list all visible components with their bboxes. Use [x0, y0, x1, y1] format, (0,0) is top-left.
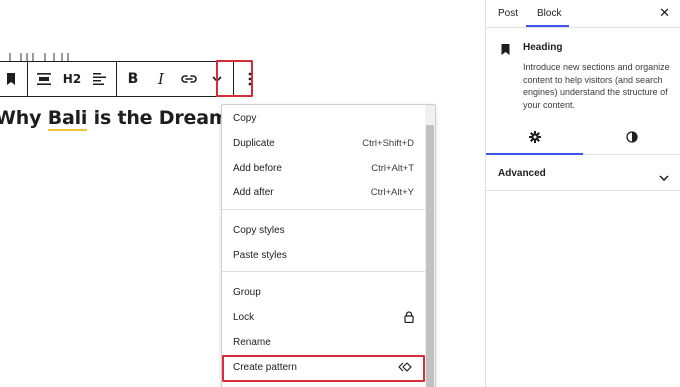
menu-item-group[interactable]: Group	[222, 280, 426, 304]
menu-item-shortcut: Ctrl+Alt+T	[371, 162, 414, 174]
bold-button[interactable]: B	[119, 62, 147, 96]
menu-item-add-after[interactable]: Add after Ctrl+Alt+Y	[222, 180, 426, 204]
faded-text-above	[6, 51, 76, 61]
menu-divider	[222, 271, 426, 272]
menu-item-shortcut: Ctrl+Alt+Y	[370, 186, 414, 198]
advanced-label: Advanced	[498, 168, 546, 179]
tab-post[interactable]: Post	[498, 8, 518, 19]
text-align-icon[interactable]	[86, 62, 114, 96]
block-card: Heading Introduce new sections and organ…	[486, 28, 680, 123]
sidebar-tabs: Post Block ✕	[486, 0, 680, 28]
menu-item-lock[interactable]: Lock	[222, 305, 426, 329]
menu-item-label: Paste styles	[233, 249, 287, 261]
menu-item-paste-styles[interactable]: Paste styles	[222, 243, 426, 267]
menu-item-label: Add after	[233, 186, 274, 198]
gear-icon	[528, 130, 541, 148]
menu-item-label: Add before	[233, 162, 282, 174]
settings-sidebar: Post Block ✕ Heading Introduce new secti…	[485, 0, 680, 387]
menu-item-copy-styles[interactable]: Copy styles	[222, 218, 426, 242]
bookmark-icon	[501, 42, 510, 60]
more-options-icon[interactable]	[236, 62, 264, 96]
menu-item-shortcut: Ctrl+Shift+D	[362, 137, 414, 149]
menu-item-label: Rename	[233, 336, 271, 348]
tab-block[interactable]: Block	[537, 8, 561, 19]
menu-item-label: Lock	[233, 311, 255, 323]
heading-underlined-word: Bali	[47, 107, 88, 131]
menu-scrollbar-thumb[interactable]	[426, 125, 434, 387]
menu-item-copy[interactable]: Copy	[222, 106, 426, 130]
menu-item-label: Copy	[233, 112, 257, 124]
menu-item-label: Create pattern	[233, 361, 297, 373]
menu-item-duplicate[interactable]: Duplicate Ctrl+Shift+D	[222, 131, 426, 155]
inspector-subtabs	[486, 123, 680, 155]
chevron-down-icon[interactable]	[203, 62, 231, 96]
block-description: Introduce new sections and organize cont…	[523, 62, 670, 110]
active-tab-indicator	[526, 25, 569, 27]
half-circle-icon	[625, 130, 638, 148]
link-icon[interactable]	[175, 62, 203, 96]
heading-level-button[interactable]: H2	[58, 62, 86, 96]
menu-item-label: Duplicate	[233, 137, 275, 149]
italic-button[interactable]: I	[147, 62, 175, 96]
block-options-menu: Copy Duplicate Ctrl+Shift+D Add before C…	[221, 104, 436, 387]
menu-item-add-before[interactable]: Add before Ctrl+Alt+T	[222, 156, 426, 180]
menu-item-label: Group	[233, 286, 261, 298]
close-icon[interactable]: ✕	[659, 6, 670, 21]
menu-item-rename[interactable]: Rename	[222, 330, 426, 354]
tab-styles[interactable]	[583, 123, 680, 155]
lock-icon	[404, 311, 414, 323]
heading-text-start: Why	[0, 107, 48, 129]
symbol-icon	[398, 362, 414, 372]
align-icon[interactable]	[30, 62, 58, 96]
tab-settings[interactable]	[486, 123, 583, 155]
menu-item-create-pattern[interactable]: Create pattern	[222, 355, 426, 379]
menu-divider	[222, 209, 426, 210]
block-title: Heading	[523, 42, 563, 53]
advanced-panel-toggle[interactable]: Advanced	[486, 155, 680, 191]
menu-item-label: Copy styles	[233, 224, 285, 236]
editor-canvas: H2 B I Why Bali is the Dream Des Copy Du…	[0, 0, 485, 387]
bookmark-icon[interactable]	[0, 62, 25, 96]
chevron-down-icon	[659, 168, 669, 186]
block-toolbar: H2 B I	[0, 61, 252, 97]
